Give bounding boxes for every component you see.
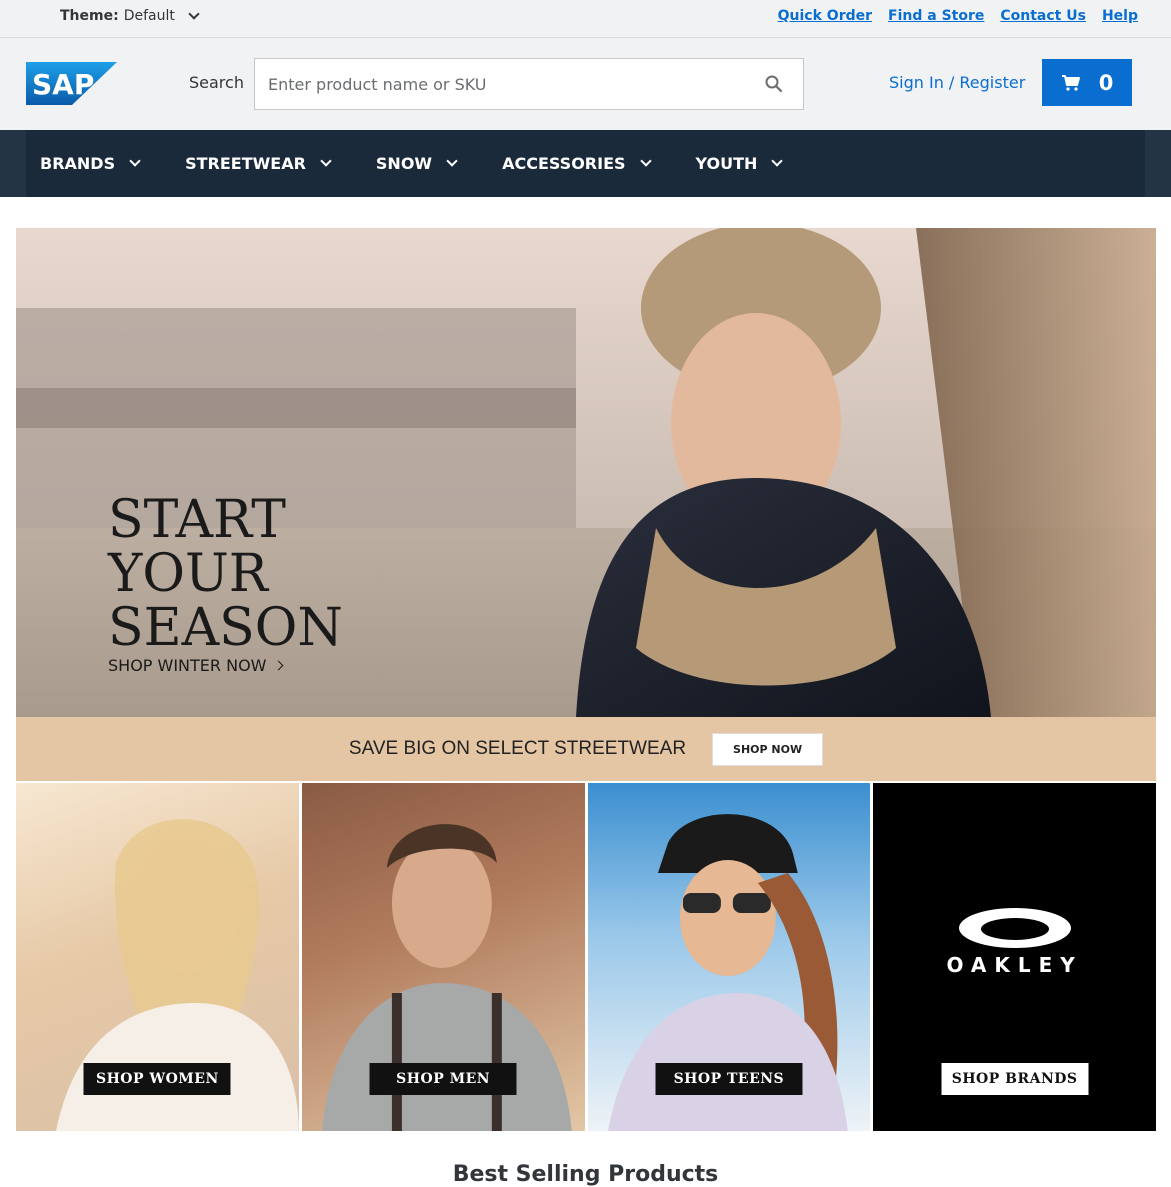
- theme-label: Theme:: [60, 8, 119, 24]
- nav-item-brands[interactable]: BRANDS: [40, 154, 141, 173]
- theme-selector[interactable]: Theme: Default: [60, 7, 200, 24]
- cart-icon: [1061, 74, 1080, 91]
- logo-text: SAP: [32, 68, 94, 101]
- chevron-down-icon: [771, 155, 784, 167]
- hero-line: START: [108, 490, 286, 550]
- nav-edge: [1145, 130, 1171, 197]
- nav-label: BRANDS: [40, 154, 116, 173]
- tile-men[interactable]: SHOP MEN: [301, 783, 585, 1131]
- nav-item-streetwear[interactable]: STREETWEAR: [185, 154, 332, 173]
- tile-women[interactable]: SHOP WOMEN: [16, 783, 299, 1131]
- shop-winter-link[interactable]: SHOP WINTER NOW: [108, 656, 283, 675]
- utility-bar: Theme: Default Quick Order Find a Store …: [0, 0, 1171, 38]
- nav-item-snow[interactable]: SNOW: [375, 154, 458, 173]
- cart-button[interactable]: 0: [1042, 59, 1132, 106]
- nav-label: STREETWEAR: [185, 154, 306, 173]
- chevron-down-icon: [639, 155, 652, 167]
- shop-teens-button[interactable]: SHOP TEENS: [655, 1063, 803, 1095]
- nav-label: ACCESSORIES: [502, 154, 626, 173]
- search-box: [254, 58, 804, 110]
- search-label: Search: [189, 73, 244, 92]
- main-navigation: BRANDS STREETWEAR SNOW ACCESSORIES YOUTH: [0, 130, 1171, 197]
- hero-banner[interactable]: START YOUR SEASON SHOP WINTER NOW: [16, 228, 1156, 717]
- find-store-link[interactable]: Find a Store: [888, 8, 984, 24]
- shop-brands-button[interactable]: SHOP BRANDS: [941, 1063, 1089, 1095]
- nav-menu: BRANDS STREETWEAR SNOW ACCESSORIES YOUTH: [26, 130, 1145, 197]
- nav-edge: [0, 130, 26, 197]
- shop-women-button[interactable]: SHOP WOMEN: [83, 1063, 231, 1095]
- nav-item-accessories[interactable]: ACCESSORIES: [502, 154, 652, 173]
- search-input[interactable]: [255, 59, 735, 109]
- site-header: SAP Search Sign In / Register 0: [0, 38, 1171, 130]
- shop-men-button[interactable]: SHOP MEN: [369, 1063, 517, 1095]
- theme-value: Default: [123, 8, 175, 24]
- nav-label: YOUTH: [695, 154, 758, 173]
- hero-line: SEASON: [108, 598, 343, 658]
- chevron-down-icon: [188, 7, 200, 20]
- help-link[interactable]: Help: [1102, 8, 1138, 24]
- hero-cta-label: SHOP WINTER NOW: [108, 656, 267, 675]
- shop-now-button[interactable]: SHOP NOW: [712, 732, 824, 766]
- tile-brands[interactable]: OAKLEY SHOP BRANDS: [873, 783, 1156, 1131]
- section-title: Best Selling Products: [452, 1162, 719, 1187]
- utility-links: Quick Order Find a Store Contact Us Help: [778, 8, 1138, 24]
- hero-headline: START YOUR SEASON: [108, 493, 343, 655]
- chevron-down-icon: [129, 155, 141, 167]
- sign-in-link[interactable]: Sign In / Register: [889, 73, 1025, 92]
- search-icon[interactable]: [765, 75, 783, 93]
- contact-us-link[interactable]: Contact Us: [1000, 8, 1086, 24]
- chevron-down-icon: [446, 155, 458, 167]
- oakley-wordmark: OAKLEY: [946, 953, 1083, 977]
- cart-count: 0: [1098, 70, 1114, 95]
- hero-line: YOUR: [108, 544, 268, 604]
- nav-item-youth[interactable]: YOUTH: [695, 154, 784, 173]
- chevron-down-icon: [320, 155, 332, 167]
- quick-order-link[interactable]: Quick Order: [778, 8, 872, 24]
- chevron-right-icon: [273, 660, 283, 671]
- promo-text: SAVE BIG ON SELECT STREETWEAR: [348, 738, 687, 759]
- sap-logo[interactable]: SAP: [26, 62, 117, 105]
- nav-label: SNOW: [375, 154, 433, 173]
- tile-teens[interactable]: SHOP TEENS: [587, 783, 871, 1131]
- promo-banner: SAVE BIG ON SELECT STREETWEAR SHOP NOW: [16, 717, 1156, 781]
- category-tiles: SHOP WOMEN SHOP MEN SHOP TEENS OAKLEY SH…: [16, 783, 1156, 1131]
